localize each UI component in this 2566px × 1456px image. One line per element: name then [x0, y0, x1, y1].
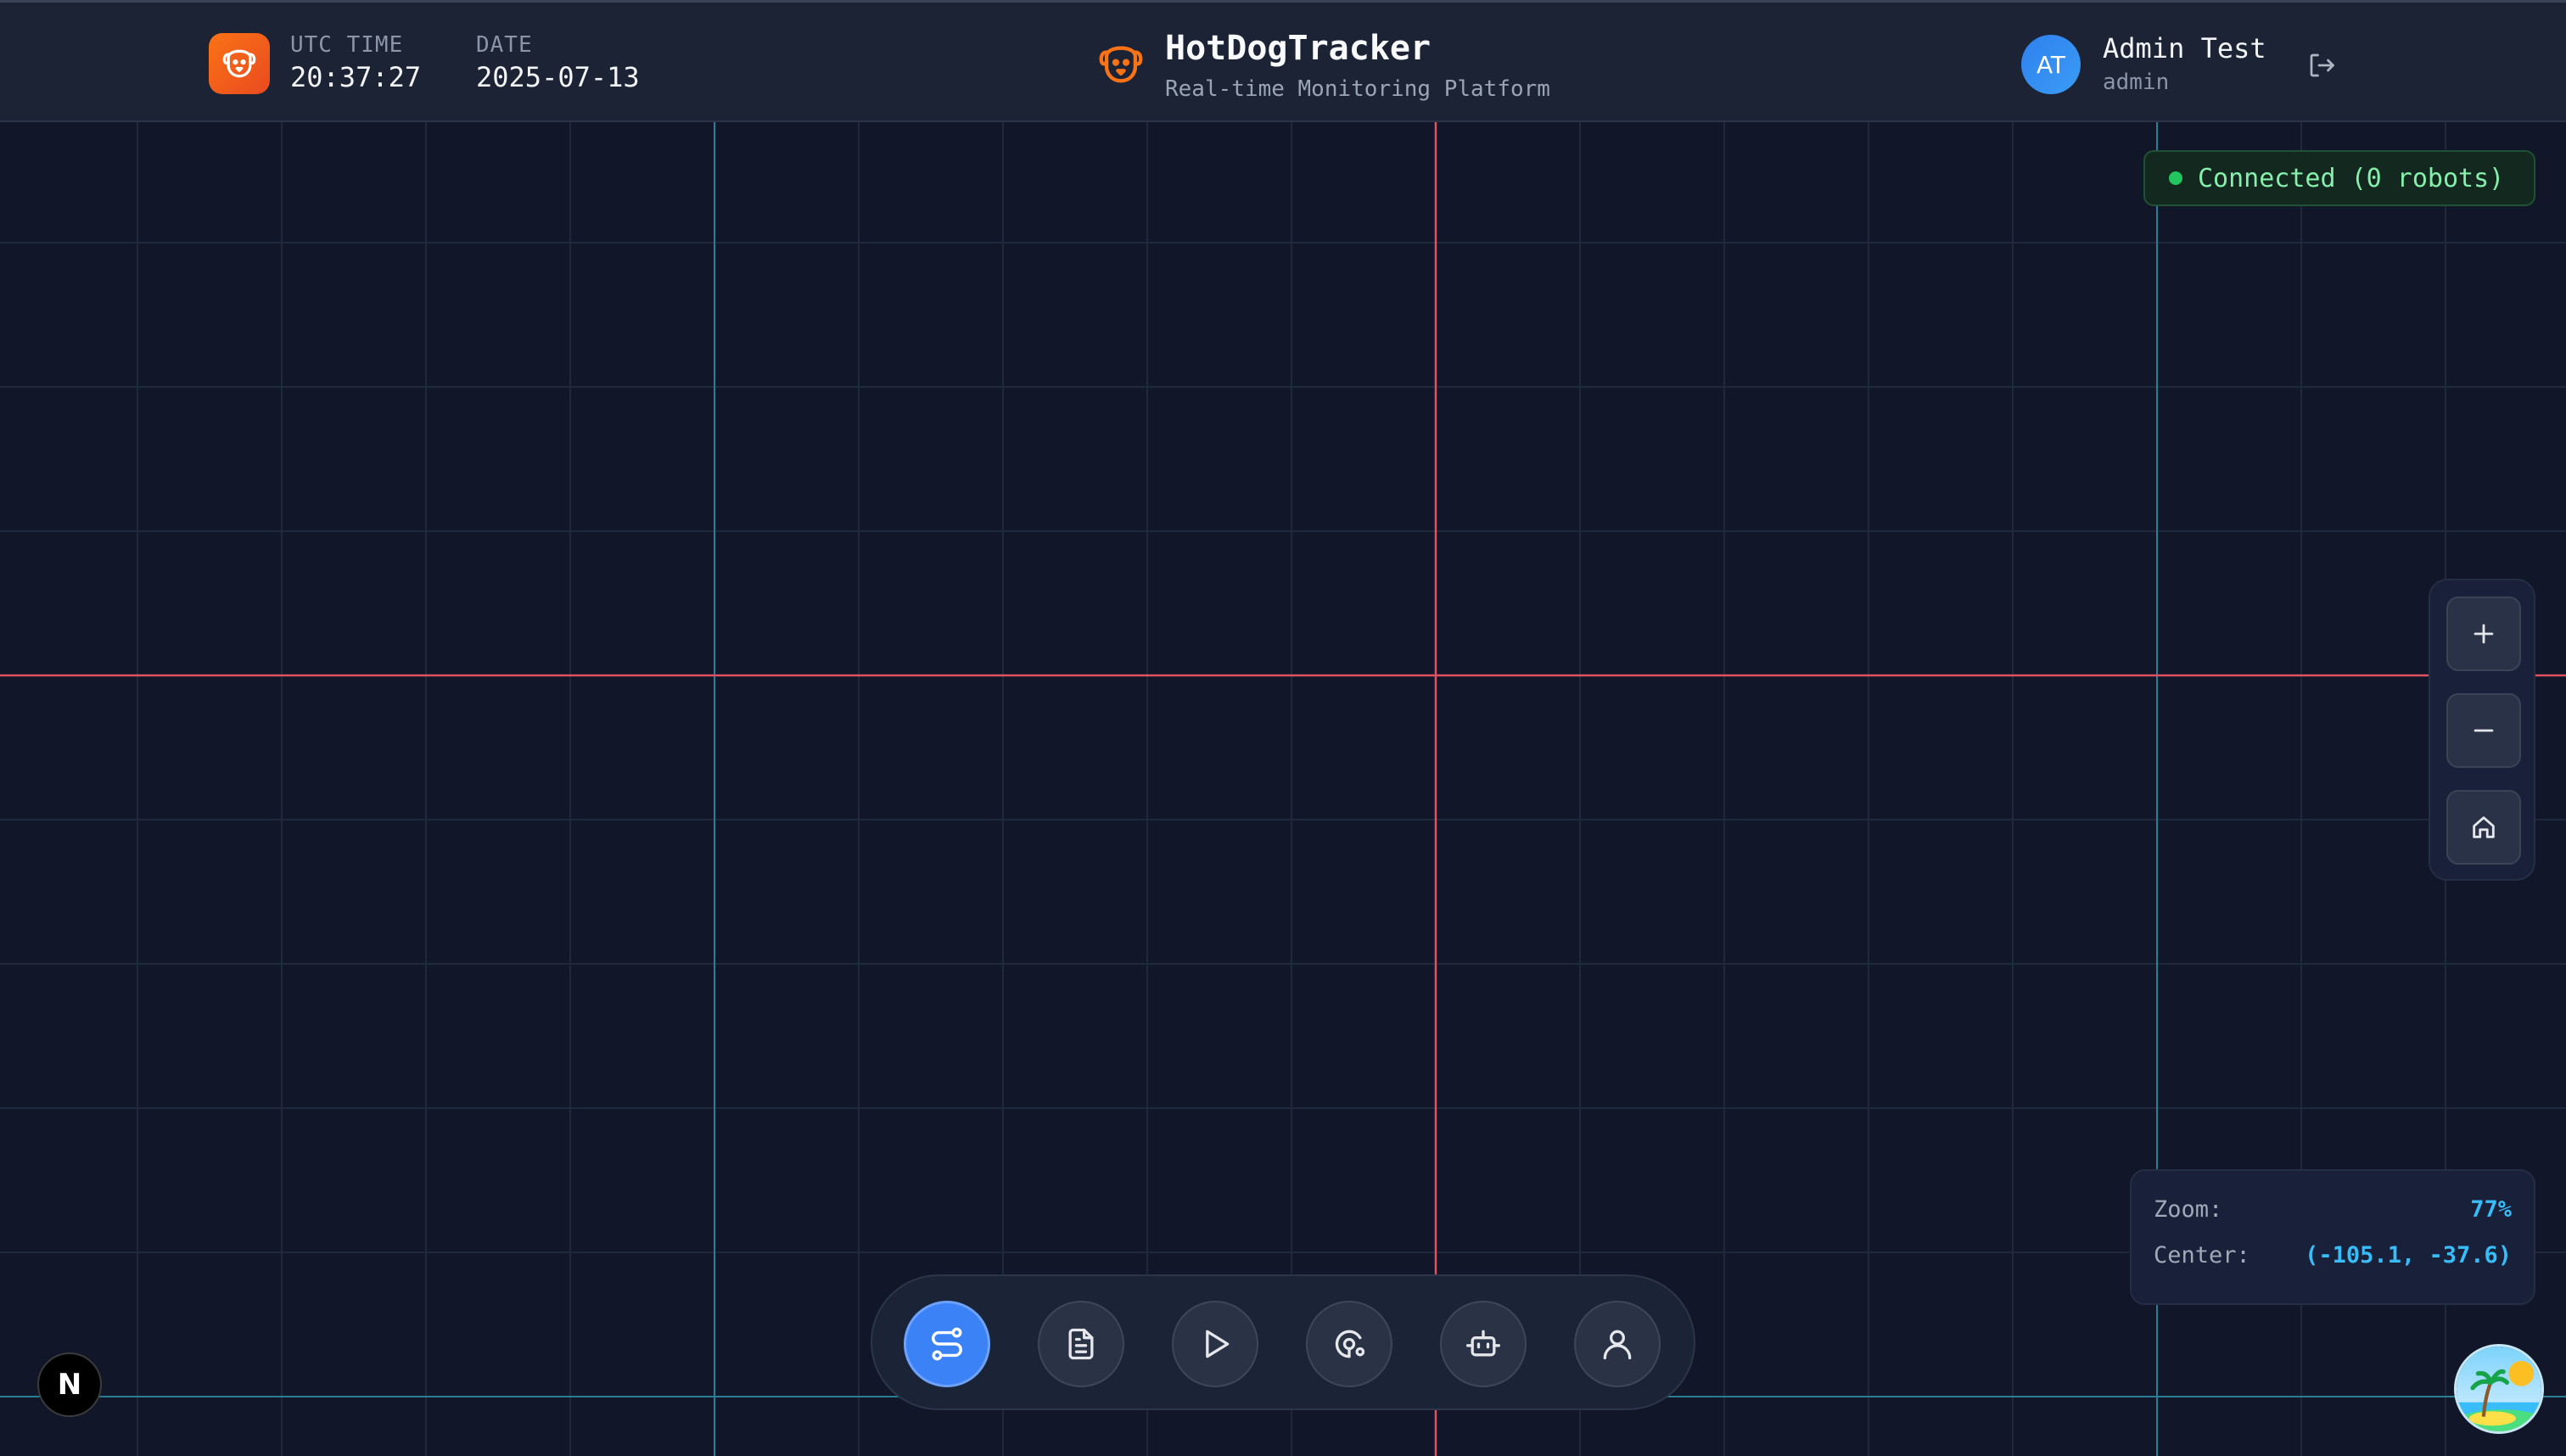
connection-status-badge: Connected (0 robots)	[2143, 150, 2535, 206]
document-icon	[1068, 1328, 1094, 1360]
zoom-label: Zoom:	[2154, 1196, 2223, 1223]
user-name: Admin Test	[2103, 32, 2266, 64]
connection-status-text: Connected (0 robots)	[2198, 163, 2505, 193]
user-role: admin	[2103, 70, 2170, 95]
brand-dog-icon	[1096, 40, 1146, 89]
date-value: 2025-07-13	[476, 61, 640, 93]
framework-badge[interactable]: N	[37, 1352, 102, 1417]
view-info-panel: Zoom: 77% Center: (-105.1, -37.6)	[2130, 1169, 2535, 1305]
center-row: Center: (-105.1, -37.6)	[2154, 1242, 2512, 1268]
logout-icon	[2310, 53, 2334, 77]
tracking-icon	[1335, 1330, 1365, 1358]
home-icon	[2473, 816, 2495, 838]
brand-subtitle: Real-time Monitoring Platform	[1165, 76, 1550, 102]
framework-letter: N	[57, 1368, 82, 1402]
center-label: Center:	[2154, 1242, 2250, 1268]
utc-time-label: UTC TIME	[290, 32, 404, 58]
bottom-toolbar	[871, 1274, 1695, 1410]
plus-icon	[2474, 624, 2494, 644]
robot-icon	[1466, 1330, 1500, 1357]
minus-icon	[2474, 729, 2494, 732]
status-dot	[2169, 171, 2182, 185]
dog-icon	[209, 33, 270, 94]
top-header: UTC TIME 20:37:27 DATE 2025-07-13 HotDog…	[0, 0, 2566, 122]
zoom-value: 77%	[2470, 1196, 2512, 1223]
zoom-controls	[2429, 579, 2535, 881]
center-value: (-105.1, -37.6)	[2305, 1242, 2512, 1268]
zoom-row: Zoom: 77%	[2154, 1196, 2512, 1223]
utc-time-block: UTC TIME 20:37:27	[290, 31, 421, 96]
date-label: DATE	[476, 32, 533, 58]
logout-button[interactable]	[2301, 45, 2342, 86]
profile-button[interactable]	[1574, 1301, 1661, 1387]
routes-button[interactable]	[904, 1301, 990, 1387]
zoom-in-button[interactable]	[2446, 596, 2521, 671]
user-icon	[1603, 1330, 1632, 1360]
robots-button[interactable]	[1440, 1301, 1527, 1387]
reset-view-button[interactable]	[2446, 790, 2521, 865]
avatar[interactable]: AT	[2021, 35, 2081, 94]
beach-avatar-icon[interactable]	[2454, 1344, 2544, 1434]
reports-button[interactable]	[1038, 1301, 1124, 1387]
play-button[interactable]	[1172, 1301, 1258, 1387]
tracking-button[interactable]	[1306, 1301, 1392, 1387]
brand-title: HotDogTracker	[1165, 29, 1431, 68]
play-icon	[1206, 1330, 1230, 1358]
date-block: DATE 2025-07-13	[476, 31, 640, 96]
zoom-out-button[interactable]	[2446, 693, 2521, 768]
route-icon	[932, 1327, 962, 1361]
utc-time-value: 20:37:27	[290, 61, 422, 93]
